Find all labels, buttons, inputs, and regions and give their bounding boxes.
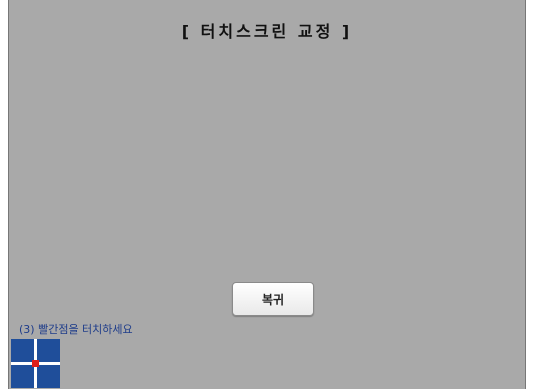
red-dot-icon[interactable]: [32, 360, 39, 367]
instruction-text: (3) 빨간점을 터치하세요: [19, 323, 133, 336]
restore-button[interactable]: 복귀: [232, 282, 314, 316]
calibration-screen: [ 터치스크린 교정 ] 복귀 (3) 빨간점을 터치하세요: [8, 0, 526, 389]
page-title: [ 터치스크린 교정 ]: [181, 22, 353, 41]
crosshair-target-icon[interactable]: [11, 339, 60, 388]
